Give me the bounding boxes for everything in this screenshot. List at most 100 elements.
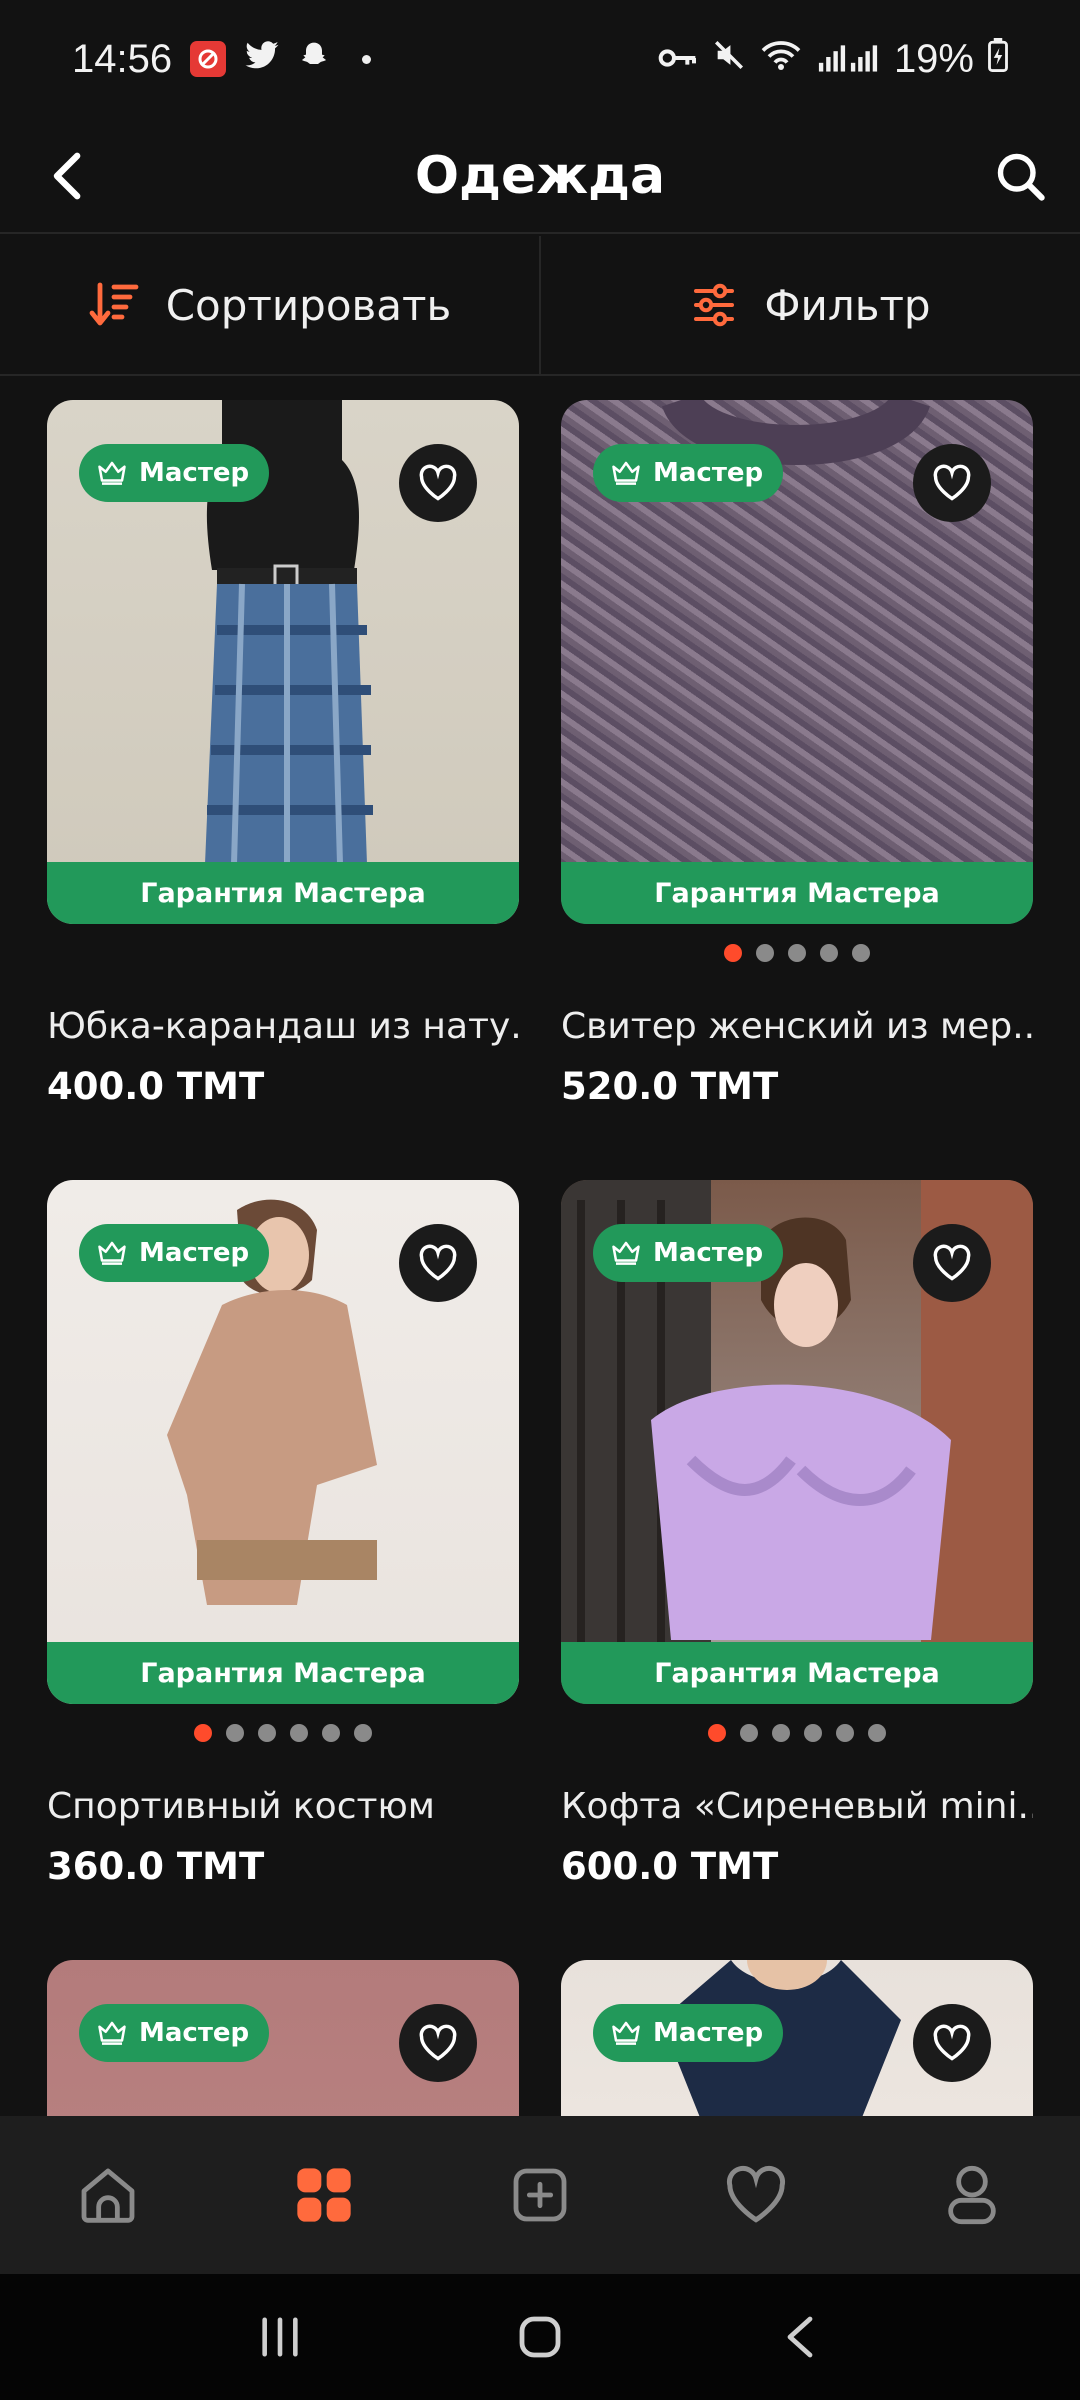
battery-percent: 19% [893,36,974,81]
pager-dot[interactable] [852,944,870,962]
nav-favorites[interactable] [706,2145,806,2245]
pager-dot[interactable] [258,1724,276,1742]
pager-dot[interactable] [322,1724,340,1742]
product-image[interactable]: Мастер Гарантия Мастера [47,400,519,924]
search-button[interactable] [982,138,1058,214]
master-badge: Мастер [593,2004,784,2062]
back-system-button[interactable] [750,2297,850,2377]
crown-icon [612,2021,640,2045]
product-card[interactable]: Мастер Гарантия Мастера Спортивный костю… [47,1180,519,1888]
product-card[interactable]: Мастер Гарантия Мастера Юбка-карандаш из… [47,400,519,1108]
heart-icon [933,1244,971,1281]
nav-add[interactable] [490,2145,590,2245]
product-grid: Мастер Гарантия Мастера Юбка-карандаш из… [0,376,1080,2116]
product-title[interactable]: Юбка-карандаш из нату... [47,1006,519,1047]
filter-label: Фильтр [764,280,931,330]
page-title: Одежда [414,146,666,206]
pager-dot[interactable] [868,1724,886,1742]
product-price: 520.0 TMT [561,1065,779,1108]
product-price: 360.0 TMT [47,1845,265,1888]
master-badge-label: Мастер [653,1238,764,1268]
image-pager-dots [561,944,1033,964]
filter-sliders-icon [694,283,735,327]
search-icon [997,153,1045,201]
master-badge-label: Мастер [139,1238,250,1268]
favorite-button[interactable] [399,444,477,522]
pager-dot[interactable] [740,1724,758,1742]
home-square-icon [519,2316,561,2358]
catalog-icon [297,2168,351,2222]
product-image[interactable]: Мастер Гарантия Мастера [47,1180,519,1704]
product-card[interactable]: Мастер Гарантия Мастера Свитер женский и… [561,400,1033,1108]
nav-home[interactable] [58,2145,158,2245]
guarantee-banner: Гарантия Мастера [47,862,519,924]
product-title[interactable]: Спортивный костюм [47,1786,519,1827]
sort-button[interactable]: Сортировать [0,236,539,374]
filter-button[interactable]: Фильтр [539,236,1080,374]
favorite-button[interactable] [913,2004,991,2082]
master-badge-label: Мастер [139,2018,250,2048]
home-system-button[interactable] [490,2297,590,2377]
master-badge-label: Мастер [653,458,764,488]
pager-dot[interactable] [820,944,838,962]
product-image[interactable]: Мастер Гарантия Мастера [561,1180,1033,1704]
pager-dot-active[interactable] [724,944,742,962]
mute-icon [712,37,746,81]
image-pager-dots [561,1724,1033,1744]
guarantee-banner: Гарантия Мастера [561,1642,1033,1704]
product-image[interactable]: Мастер [561,1960,1033,2116]
key-icon [658,37,698,81]
crown-icon [98,2021,126,2045]
more-notifications-dot [362,54,372,64]
pager-dot[interactable] [756,944,774,962]
product-image[interactable]: Мастер Гарантия Мастера [561,400,1033,924]
twitter-icon [244,37,280,81]
pager-dot[interactable] [354,1724,372,1742]
product-card[interactable]: Мастер [561,1960,1033,2116]
wifi-icon [760,37,802,81]
battery-charging-icon [988,37,1008,81]
pager-dot-active[interactable] [194,1724,212,1742]
favorite-button[interactable] [913,1224,991,1302]
master-badge: Мастер [79,444,270,502]
system-navigation-bar [0,2274,1080,2400]
pager-dot-active[interactable] [708,1724,726,1742]
product-card[interactable]: Мастер Гарантия Мастера Кофта «Сиреневый… [561,1180,1033,1888]
crown-icon [612,461,640,485]
status-bar: 14:56 19% [0,0,1080,118]
guarantee-banner: Гарантия Мастера [47,1642,519,1704]
pager-dot[interactable] [804,1724,822,1742]
favorite-button[interactable] [399,1224,477,1302]
nav-profile[interactable] [922,2145,1022,2245]
pager-dot[interactable] [772,1724,790,1742]
product-price: 600.0 TMT [561,1845,779,1888]
guarantee-banner: Гарантия Мастера [561,862,1033,924]
sort-icon [89,282,139,326]
favorite-button[interactable] [913,444,991,522]
bottom-navigation [0,2116,1080,2274]
snapchat-icon [298,37,330,81]
product-title[interactable]: Свитер женский из мер... [561,1006,1033,1047]
recent-apps-button[interactable] [230,2297,330,2377]
master-badge-label: Мастер [653,2018,764,2048]
pager-dot[interactable] [788,944,806,962]
pager-dot[interactable] [290,1724,308,1742]
favorites-icon [726,2165,786,2223]
master-badge: Мастер [79,1224,270,1282]
product-title[interactable]: Кофта «Сиреневый mini... [561,1786,1033,1827]
crown-icon [612,1241,640,1265]
crown-icon [98,461,126,485]
pager-dot[interactable] [226,1724,244,1742]
sort-filter-bar: Сортировать Фильтр [0,236,1080,376]
recent-apps-icon [262,2317,298,2357]
nav-catalog[interactable] [274,2145,374,2245]
pager-dot[interactable] [836,1724,854,1742]
product-image[interactable]: Мастер [47,1960,519,2116]
status-time: 14:56 [72,36,173,81]
signal-icon [816,37,880,81]
back-arrow-icon [787,2316,813,2358]
sort-label: Сортировать [165,280,452,330]
profile-icon [948,2165,996,2225]
favorite-button[interactable] [399,2004,477,2082]
product-card[interactable]: Мастер [47,1960,519,2116]
